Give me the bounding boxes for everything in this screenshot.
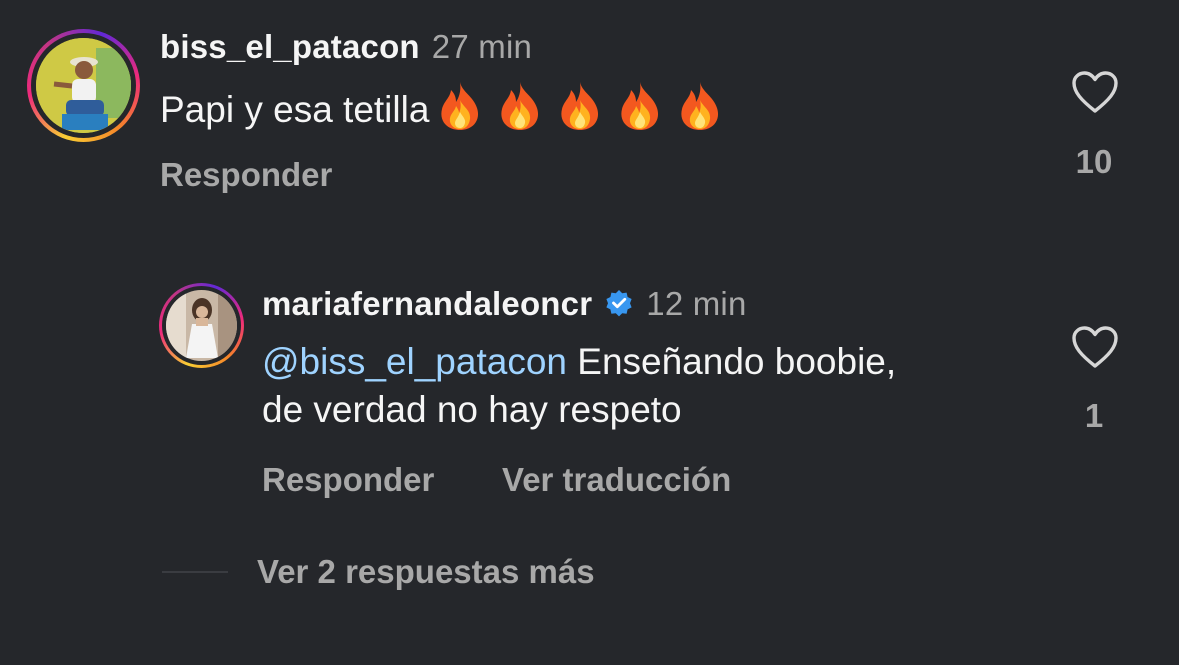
comment-username[interactable]: biss_el_patacon 27 min xyxy=(160,28,532,66)
fire-emoji-icon xyxy=(621,82,659,130)
mention-link[interactable]: @biss_el_patacon xyxy=(262,341,567,382)
view-more-replies-button[interactable]: Ver 2 respuestas más xyxy=(257,553,595,591)
reply-text: @biss_el_patacon Enseñando boobie, de ve… xyxy=(262,338,896,434)
verified-badge-icon xyxy=(606,290,632,317)
heart-icon[interactable] xyxy=(1071,325,1119,369)
reply-button[interactable]: Responder xyxy=(262,461,434,499)
reply-username[interactable]: mariafernandaleoncr 12 min xyxy=(262,285,747,323)
comment-time: 27 min xyxy=(431,28,533,65)
avatar-person-icon xyxy=(166,290,237,361)
avatar[interactable] xyxy=(159,283,244,368)
fire-emoji-icon xyxy=(681,82,719,130)
like-count: 1 xyxy=(1084,397,1104,434)
username-link[interactable]: mariafernandaleoncr xyxy=(262,285,592,322)
avatar[interactable] xyxy=(27,29,140,142)
reply-button[interactable]: Responder xyxy=(160,156,332,194)
comment-text: Papi y esa tetilla xyxy=(160,80,723,134)
heart-icon[interactable] xyxy=(1071,70,1119,114)
reply-time: 12 min xyxy=(646,285,747,322)
like-count: 10 xyxy=(1075,143,1113,180)
fire-emoji-icon xyxy=(441,82,479,130)
comment-body: Papi y esa tetilla xyxy=(160,89,430,130)
fire-emoji-icon xyxy=(501,82,539,130)
fire-emojis xyxy=(429,82,723,130)
username-link[interactable]: biss_el_patacon xyxy=(160,28,420,65)
fire-emoji-icon xyxy=(561,82,599,130)
reply-body-line1: Enseñando boobie, xyxy=(566,341,897,382)
replies-divider xyxy=(162,571,228,573)
translate-button[interactable]: Ver traducción xyxy=(502,461,731,499)
reply-body-line2: de verdad no hay respeto xyxy=(262,389,682,430)
avatar-person-icon xyxy=(36,38,131,133)
